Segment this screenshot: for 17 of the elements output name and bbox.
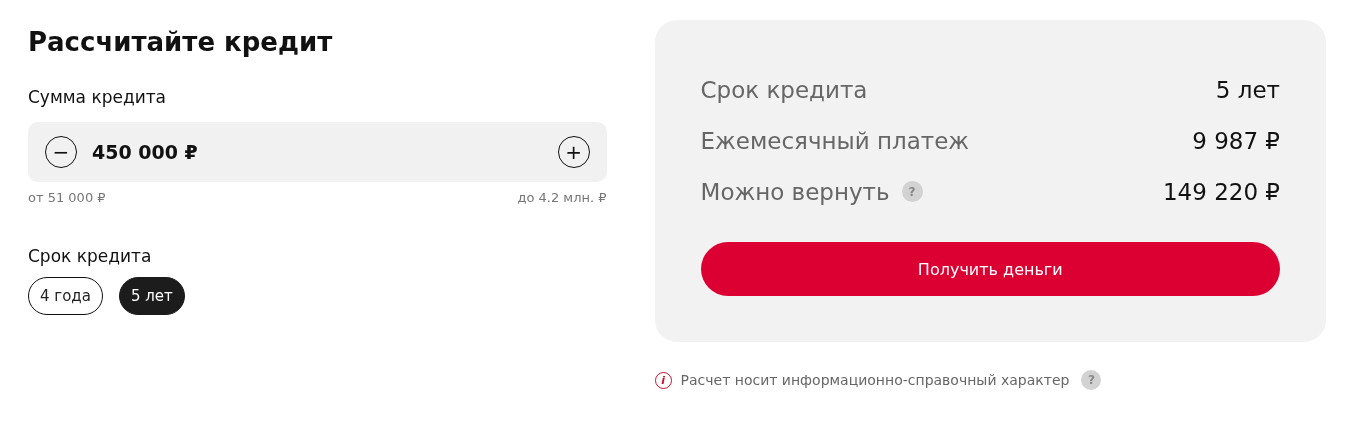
field-label: Сумма кредита [28, 86, 168, 108]
summary-value: 9 987 ₽ [1192, 127, 1280, 154]
summary-label: Ежемесячный платеж [700, 127, 970, 154]
get-money-button[interactable]: Получить деньги [700, 242, 1280, 296]
field-label: Срок кредита [28, 245, 153, 267]
summary-label: Можно вернуть [700, 178, 890, 205]
min-hint: от 51 000 ₽ [28, 190, 106, 205]
summary-value: 5 лет [1215, 76, 1280, 103]
disclaimer-text: Расчет носит информационно-справочный характер [680, 372, 1070, 388]
term-chip[interactable]: 5 лет [118, 277, 185, 315]
amount-field[interactable]: − 450 000 ₽ + [28, 122, 607, 182]
max-hint: до 4.2 млн. ₽ [517, 190, 607, 205]
section-title: Рассчитайте кредит [28, 26, 334, 58]
amount-value: 450 000 ₽ [92, 141, 199, 163]
summary-label: Срок кредита [700, 76, 868, 103]
summary-value: 149 220 ₽ [1162, 178, 1280, 205]
term-chip[interactable]: 4 года [28, 277, 103, 315]
